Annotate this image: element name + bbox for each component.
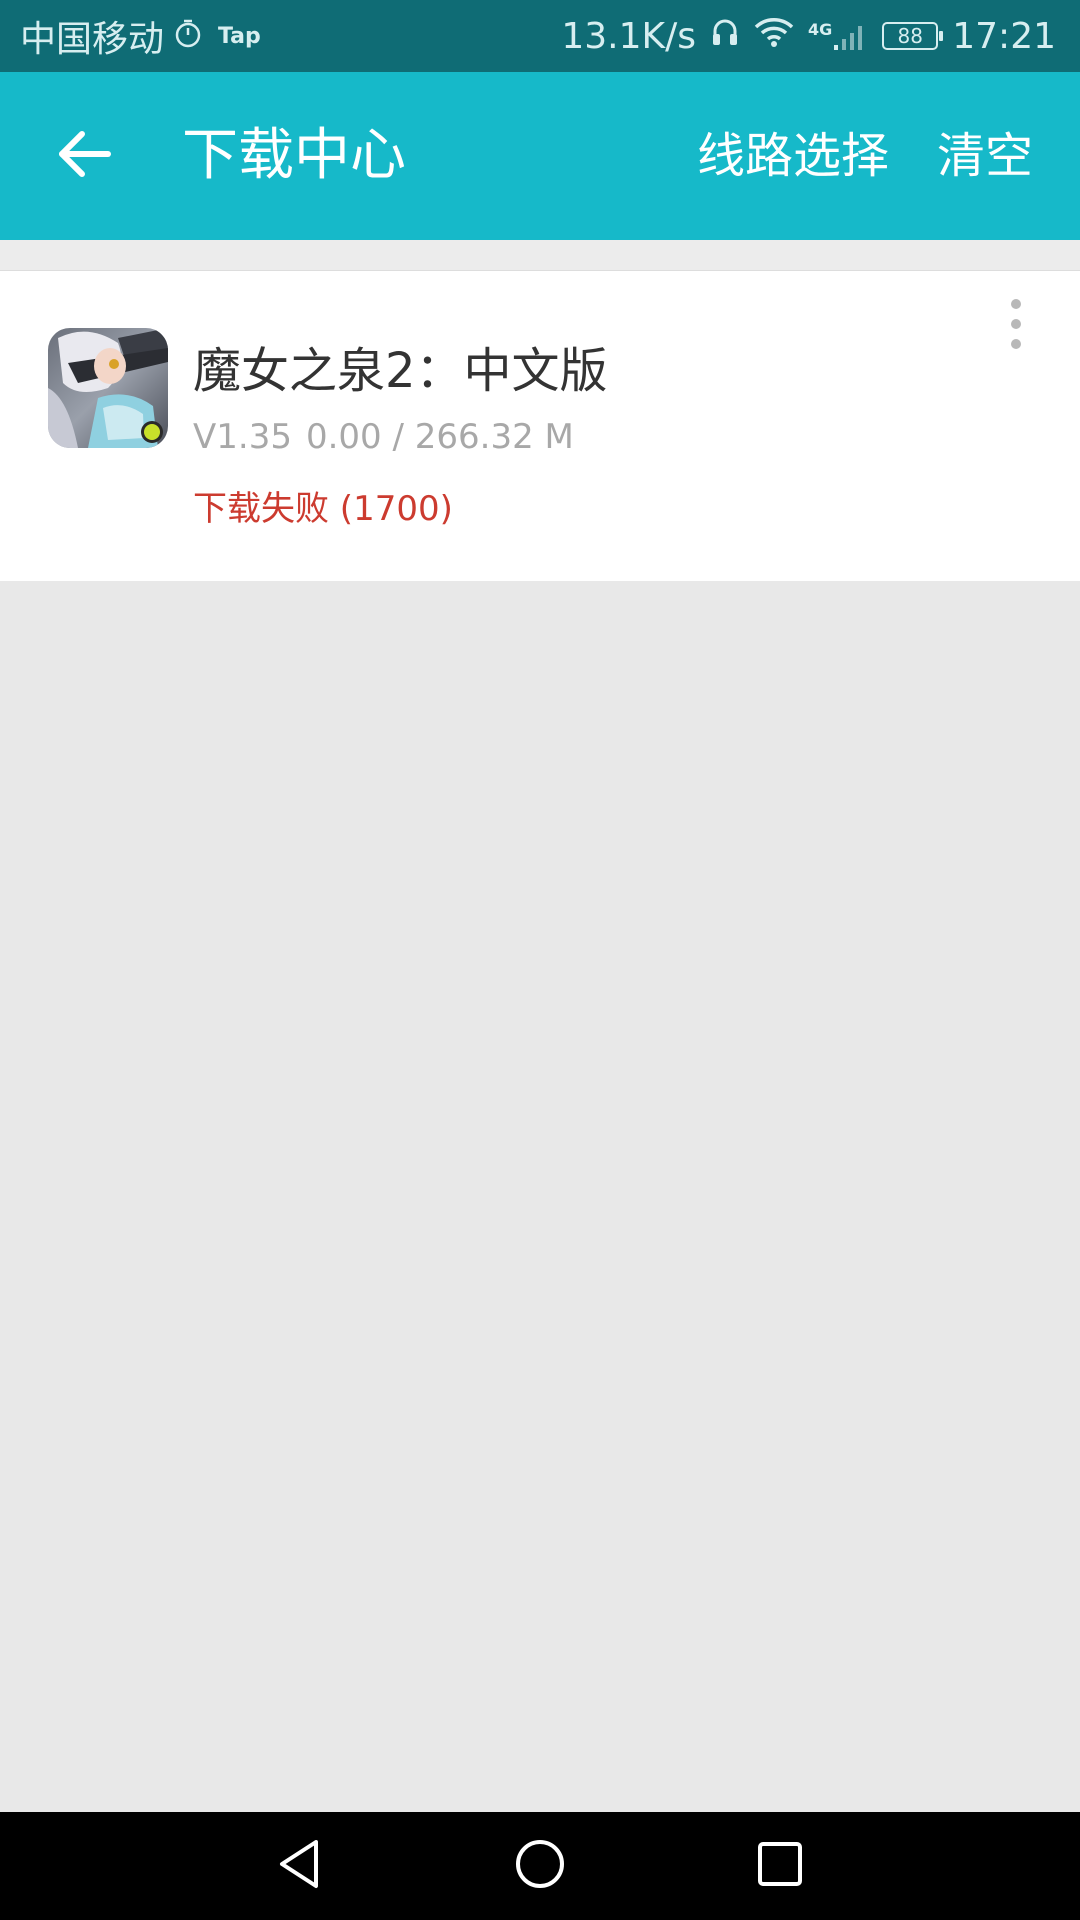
status-left: 中国移动 Tap [20, 0, 261, 72]
route-select-button[interactable]: 线路选择 [697, 72, 889, 240]
more-options-button[interactable] [996, 299, 1036, 349]
app-bar: 下载中心 线路选择 清空 [0, 72, 1080, 240]
more-vertical-icon-dot [1011, 319, 1021, 329]
nav-recent-button[interactable] [740, 1826, 820, 1906]
game-title: 魔女之泉2：中文版 [193, 343, 608, 399]
network-speed: 13.1K/s [561, 15, 696, 57]
square-recent-icon [752, 1836, 808, 1896]
cellular-signal-icon: 4G [807, 20, 868, 51]
download-progress: 0.00 / 266.32 M [305, 417, 574, 457]
download-status: 下载失败 (1700) [193, 489, 453, 529]
system-nav-bar [0, 1812, 1080, 1920]
circle-home-icon [512, 1836, 568, 1896]
triangle-back-icon [272, 1836, 328, 1896]
clock: 17:21 [952, 15, 1056, 57]
carrier-name: 中国移动 [20, 19, 165, 60]
page-title: 下载中心 [182, 123, 406, 188]
version-label: V1.35 [193, 417, 292, 457]
headphones-icon [710, 16, 740, 57]
list-top-divider [0, 240, 1080, 271]
clear-button[interactable]: 清空 [937, 72, 1033, 240]
game-icon [48, 328, 168, 448]
more-vertical-icon-dot [1011, 339, 1021, 349]
status-right: 13.1K/s 4G 88 17:21 [561, 0, 1056, 72]
battery-icon: 88 [882, 22, 944, 50]
status-bar: 中国移动 Tap 13.1K/s 4G 88 17:21 [0, 0, 1080, 72]
battery-level: 88 [897, 24, 923, 48]
back-button[interactable] [44, 116, 124, 196]
network-type: 4G [807, 20, 833, 39]
arrow-left-icon [56, 130, 112, 182]
wifi-icon [754, 16, 794, 57]
download-meta: V1.35 0.00 / 266.32 M [193, 417, 574, 457]
more-vertical-icon-dot [1011, 299, 1021, 309]
nav-back-button[interactable] [260, 1826, 340, 1906]
stopwatch-icon [174, 16, 202, 57]
nav-home-button[interactable] [500, 1826, 580, 1906]
screen: 中国移动 Tap 13.1K/s 4G 88 17:21 下载中心 线路选择 清… [0, 0, 1080, 1920]
download-item[interactable]: 魔女之泉2：中文版 V1.35 0.00 / 266.32 M 下载失败 (17… [0, 271, 1080, 581]
tap-app-icon: Tap [218, 23, 261, 49]
